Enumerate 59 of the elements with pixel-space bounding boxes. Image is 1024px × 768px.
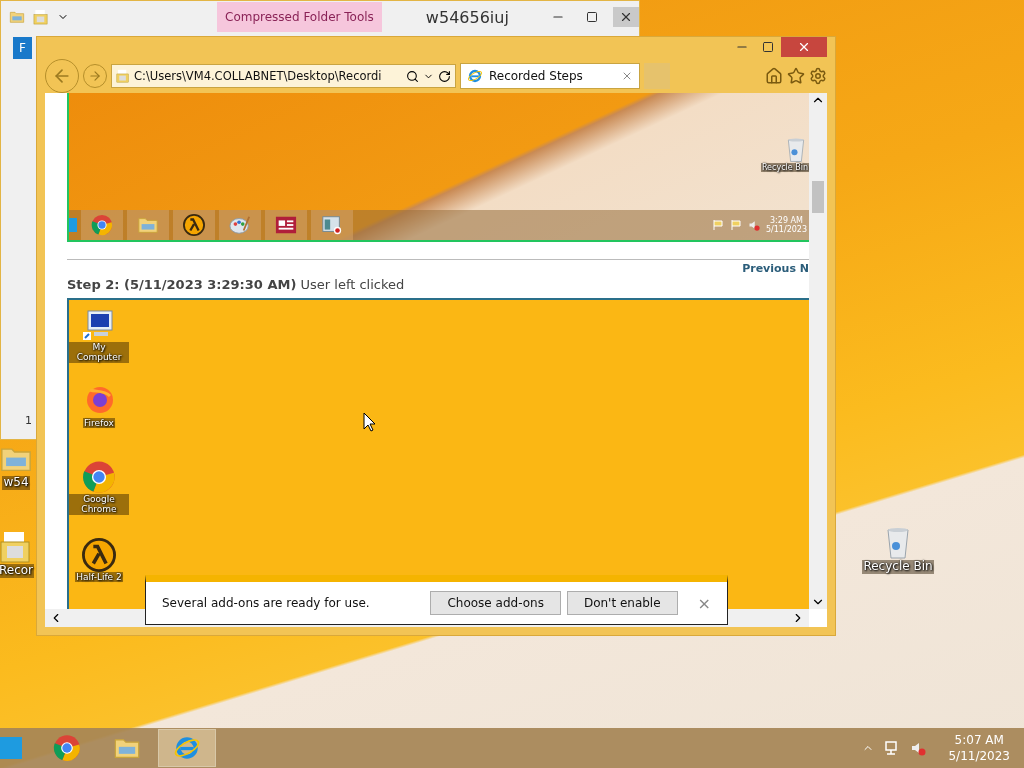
lambda-logo-icon <box>82 538 116 572</box>
start-button[interactable] <box>0 737 22 759</box>
internet-explorer-icon <box>173 734 201 762</box>
document-icon <box>0 530 33 564</box>
document-icon <box>33 9 49 25</box>
news-icon <box>275 214 297 236</box>
mouse-cursor-icon <box>363 412 376 432</box>
internet-explorer-icon <box>467 68 483 84</box>
close-button[interactable] <box>613 7 639 27</box>
scroll-thumb[interactable] <box>812 181 824 213</box>
address-bar[interactable]: C:\Users\VM4.COLLABNET\Desktop\Recordi <box>111 64 456 88</box>
close-icon <box>619 10 633 24</box>
notification-button[interactable]: Choose add-ons <box>430 591 561 615</box>
previous-link[interactable]: Previous N <box>742 262 809 275</box>
refresh-icon[interactable] <box>438 69 451 83</box>
windows-start-icon <box>69 218 77 232</box>
step-heading: Step 2: (5/11/2023 3:29:30 AM) User left clicked <box>67 277 406 292</box>
desktop-icon-label: Google Chrome <box>69 494 129 515</box>
forward-arrow-icon <box>88 69 102 83</box>
taskbar-app[interactable] <box>158 729 216 767</box>
status-text: 1 <box>25 414 32 427</box>
desktop-icon-label: My Computer <box>69 342 129 363</box>
flag-icon <box>711 219 724 231</box>
file-tab[interactable]: F <box>13 37 32 59</box>
clock-time[interactable]: 5:07 AM <box>954 731 1004 748</box>
notification-button[interactable]: Don't enable <box>566 591 678 615</box>
computer-icon <box>82 308 116 342</box>
maximize-icon <box>762 41 774 53</box>
lambda-logo-icon <box>183 214 205 236</box>
chrome-icon <box>82 460 116 494</box>
settings-icon[interactable] <box>809 67 827 85</box>
contextual-tab-label[interactable]: Compressed Folder Tools <box>217 2 382 32</box>
home-icon[interactable] <box>765 67 783 85</box>
clock-date: 5/11/2023 <box>765 225 807 234</box>
document-icon <box>116 69 130 83</box>
favorites-icon[interactable] <box>787 67 805 85</box>
desktop-icon-label[interactable]: w54 <box>2 476 30 490</box>
window-title: w54656iuj <box>425 7 510 27</box>
desktop-icon-label[interactable]: Recor <box>0 564 35 578</box>
browser-tab[interactable]: Recorded Steps <box>460 63 640 89</box>
desktop-icon-label[interactable]: Recycle Bin <box>862 560 934 574</box>
palette-icon <box>229 214 251 236</box>
chrome-icon <box>53 734 81 762</box>
vertical-scrollbar[interactable] <box>809 93 827 609</box>
folder-icon <box>9 9 25 25</box>
clock-time: 3:29 AM <box>770 216 803 225</box>
speaker-muted-icon <box>747 219 760 231</box>
speaker-muted-icon <box>910 740 927 756</box>
close-icon <box>797 40 811 54</box>
search-icon[interactable] <box>406 69 419 83</box>
maximize-icon <box>586 11 598 23</box>
close-icon[interactable] <box>621 70 633 82</box>
notification-message: Several add-ons are ready for use. <box>162 596 371 610</box>
flag-icon <box>729 219 742 231</box>
screen-recorder-icon <box>321 214 343 236</box>
address-text: C:\Users\VM4.COLLABNET\Desktop\Recordi <box>134 69 383 83</box>
clock-date[interactable]: 5/11/2023 <box>948 748 1010 765</box>
chrome-icon <box>91 214 113 236</box>
close-button[interactable]: × <box>691 592 717 614</box>
